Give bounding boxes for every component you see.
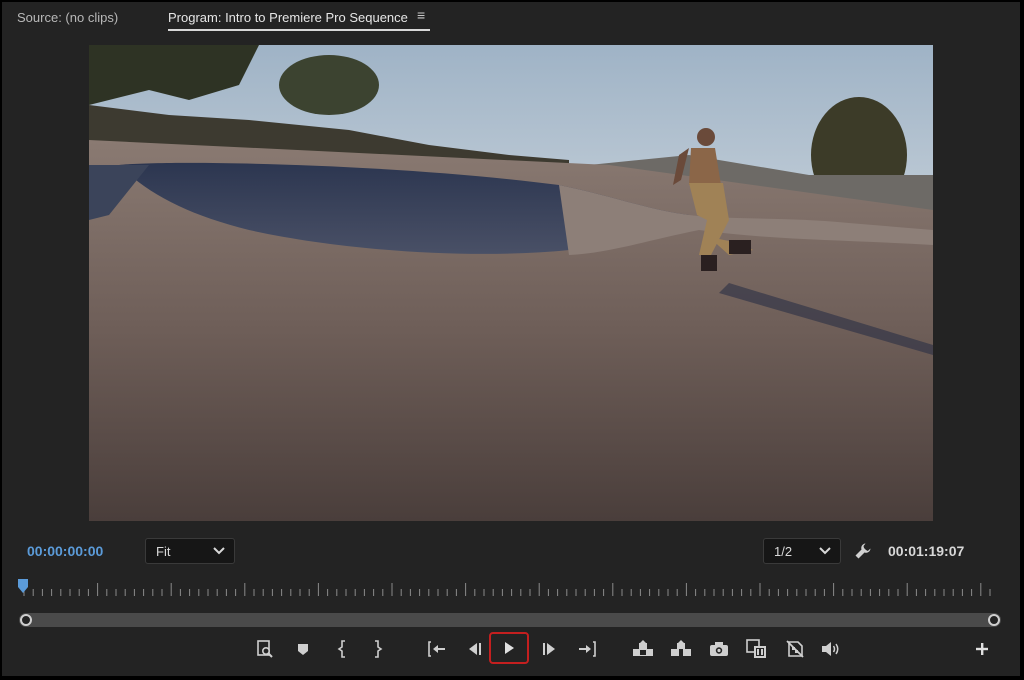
- step-back-button[interactable]: [461, 635, 489, 663]
- playhead-marker[interactable]: [18, 579, 28, 595]
- comparison-view-icon: [746, 639, 766, 658]
- volume-button[interactable]: [817, 635, 845, 663]
- program-monitor-panel: Source: (no clips) Program: Intro to Pre…: [2, 2, 1020, 676]
- export-frame-icon: [257, 640, 273, 658]
- mark-out-icon: [375, 640, 383, 658]
- video-viewer[interactable]: [89, 45, 933, 521]
- toggle-proxies-button[interactable]: [781, 635, 809, 663]
- active-tab-indicator: [168, 29, 430, 31]
- comparison-view-button[interactable]: [743, 635, 771, 663]
- volume-icon: [822, 642, 839, 656]
- chevron-down-icon: [819, 547, 831, 555]
- sequence-duration-timecode: 00:01:19:07: [888, 543, 965, 559]
- playback-resolution-dropdown[interactable]: 1/2: [763, 538, 841, 564]
- button-editor-add-button[interactable]: [968, 635, 996, 663]
- export-frame-camera-button[interactable]: [705, 635, 733, 663]
- lift-icon: [633, 640, 653, 656]
- extract-button[interactable]: [667, 635, 695, 663]
- playback-resolution-value: 1/2: [774, 544, 793, 559]
- add-marker-icon: [298, 644, 308, 655]
- wrench-icon[interactable]: [854, 542, 872, 565]
- zoom-level-dropdown[interactable]: Fit: [145, 538, 235, 564]
- go-to-in-button[interactable]: [423, 635, 451, 663]
- go-to-out-icon: [579, 641, 596, 657]
- step-back-icon: [469, 643, 481, 655]
- mark-in-button[interactable]: [329, 635, 357, 663]
- scroll-handle-left[interactable]: [20, 614, 32, 626]
- chevron-down-icon: [213, 547, 225, 555]
- panel-menu-icon[interactable]: ≡: [417, 7, 425, 23]
- scroll-handle-right[interactable]: [988, 614, 1000, 626]
- tab-program[interactable]: Program: Intro to Premiere Pro Sequence: [168, 10, 408, 25]
- go-to-out-button[interactable]: [573, 635, 601, 663]
- export-frame-button[interactable]: [251, 635, 279, 663]
- video-frame-image: [89, 45, 933, 521]
- tab-source[interactable]: Source: (no clips): [17, 10, 118, 25]
- current-timecode[interactable]: 00:00:00:00: [27, 543, 103, 559]
- zoom-scroll-bar[interactable]: [19, 613, 1001, 627]
- lift-button[interactable]: [629, 635, 657, 663]
- play-button[interactable]: [489, 632, 529, 664]
- extract-icon: [671, 640, 691, 656]
- mark-out-button[interactable]: [363, 635, 391, 663]
- step-forward-button[interactable]: [535, 635, 563, 663]
- add-button-icon: [976, 643, 988, 655]
- mark-in-icon: [337, 640, 345, 658]
- add-marker-button[interactable]: [289, 635, 317, 663]
- step-forward-icon: [543, 643, 555, 655]
- go-to-in-icon: [428, 641, 445, 657]
- time-ruler[interactable]: [20, 580, 995, 598]
- proxy-toggle-icon: [786, 640, 804, 658]
- camera-icon: [710, 642, 728, 656]
- zoom-level-value: Fit: [156, 544, 171, 559]
- play-icon: [505, 642, 514, 654]
